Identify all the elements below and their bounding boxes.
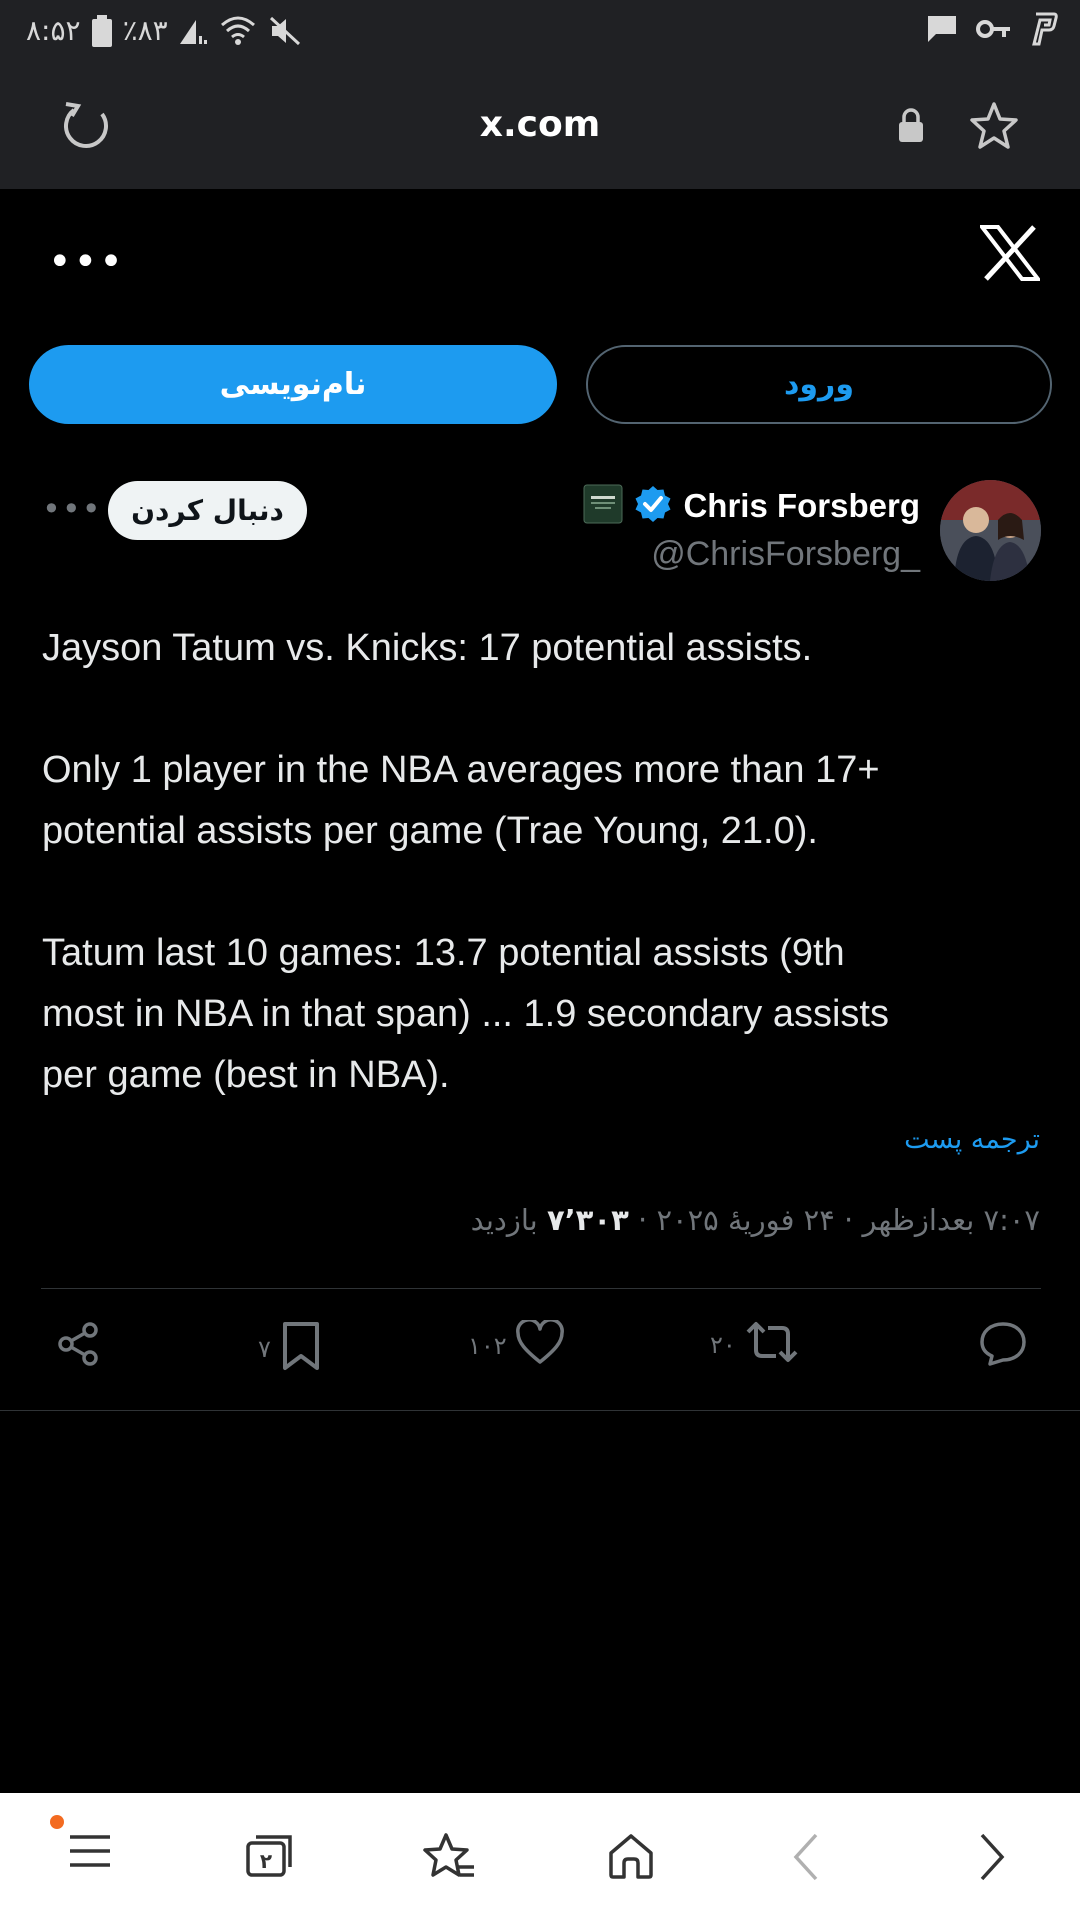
battery-icon xyxy=(91,14,113,47)
bookmark-star-icon[interactable] xyxy=(968,100,1020,156)
login-button[interactable]: ورود xyxy=(586,345,1052,424)
verified-badge-icon xyxy=(633,484,673,528)
share-icon xyxy=(54,1320,102,1374)
bookmarks-icon[interactable] xyxy=(422,1831,478,1887)
key-icon xyxy=(976,17,1012,41)
retweet-icon xyxy=(744,1320,800,1370)
notification-dot xyxy=(50,1815,64,1829)
x-header: ••• xyxy=(0,189,1080,329)
retweet-button[interactable]: ۲۰ xyxy=(710,1320,800,1370)
mute-icon xyxy=(268,15,302,47)
retweet-count: ۲۰ xyxy=(710,1331,736,1359)
author-handle[interactable]: @ChrisForsberg_ xyxy=(651,535,920,574)
avatar[interactable] xyxy=(940,480,1041,581)
bookmark-count: ۷ xyxy=(258,1335,271,1363)
divider xyxy=(0,1410,1080,1411)
tweet-text: Jayson Tatum vs. Knicks: 17 potential as… xyxy=(42,618,1042,1106)
tweet-timestamp[interactable]: ۷:۰۷ بعدازظهر · ۲۴ فوریهٔ ۲۰۲۵ · xyxy=(629,1203,1040,1237)
message-icon xyxy=(926,14,958,44)
author-name[interactable]: Chris Forsberg xyxy=(683,487,920,525)
share-button[interactable] xyxy=(54,1320,102,1374)
menu-icon[interactable] xyxy=(68,1831,112,1875)
views-label: بازدید xyxy=(470,1203,547,1237)
status-time: ۸:۵۲ xyxy=(26,14,81,47)
bookmark-icon xyxy=(279,1320,323,1378)
forward-arrow-icon[interactable] xyxy=(976,1831,1008,1887)
tweet-actions: ۷ ۱۰۲ ۲۰ xyxy=(0,1318,1080,1380)
tweet-paragraph: Jayson Tatum vs. Knicks: 17 potential as… xyxy=(42,627,813,669)
author-name-row: Chris Forsberg xyxy=(583,484,920,528)
tweet-paragraph: per game (best in NBA). xyxy=(42,1054,450,1096)
tweet-paragraph: Tatum last 10 games: 13.7 potential assi… xyxy=(42,932,845,974)
tweet-paragraph: Only 1 player in the NBA averages more t… xyxy=(42,749,880,791)
tweet-more-icon[interactable]: ••• xyxy=(42,490,102,528)
like-count: ۱۰۲ xyxy=(468,1332,507,1360)
follow-button[interactable]: دنبال کردن xyxy=(108,481,307,540)
affiliate-badge-icon[interactable] xyxy=(583,484,623,528)
x-logo-icon[interactable] xyxy=(977,225,1043,285)
battery-percent: ٪۸۳ xyxy=(122,14,168,47)
heart-icon xyxy=(515,1318,565,1372)
more-options-icon[interactable]: ••• xyxy=(48,239,125,285)
browser-toolbar: x.com xyxy=(0,64,1080,189)
svg-text:۲: ۲ xyxy=(260,1849,272,1873)
lock-icon[interactable] xyxy=(897,108,925,148)
wifi-icon xyxy=(218,15,258,47)
p-app-icon xyxy=(1030,12,1058,46)
bookmark-button[interactable]: ۷ xyxy=(258,1320,323,1378)
tabs-icon[interactable]: ۲ xyxy=(244,1831,296,1883)
signal-icon xyxy=(178,16,208,46)
like-button[interactable]: ۱۰۲ xyxy=(468,1318,565,1372)
views-count: ۷٬۳۰۳ xyxy=(546,1203,629,1237)
tweet-paragraph: most in NBA in that span) ... 1.9 second… xyxy=(42,993,889,1035)
divider xyxy=(41,1288,1041,1289)
reply-button[interactable] xyxy=(978,1320,1028,1374)
signup-button[interactable]: نام‌نویسی xyxy=(29,345,557,424)
translate-post-link[interactable]: ترجمه پست xyxy=(904,1124,1040,1155)
status-bar: ۸:۵۲ ٪۸۳ xyxy=(0,0,1080,64)
home-icon[interactable] xyxy=(606,1831,656,1885)
back-arrow-icon[interactable] xyxy=(790,1831,822,1887)
reply-icon xyxy=(978,1320,1028,1374)
tweet-meta: ۷:۰۷ بعدازظهر · ۲۴ فوریهٔ ۲۰۲۵ · ۷٬۳۰۳ ب… xyxy=(471,1203,1040,1237)
tweet-paragraph: potential assists per game (Trae Young, … xyxy=(42,810,818,852)
browser-bottom-nav: ۲ xyxy=(0,1793,1080,1920)
